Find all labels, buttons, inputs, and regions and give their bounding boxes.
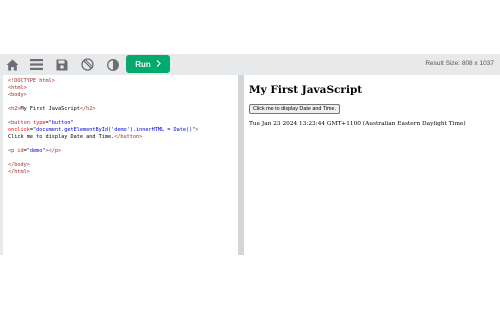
chevron-right-icon: [156, 59, 161, 69]
demo-output: Tue Jan 23 2024 13:23:44 GMT+1100 (Austr…: [249, 121, 466, 127]
code-line: <p id="demo"></p>: [8, 148, 62, 154]
code-line: Click me to display Date and Time.</butt…: [8, 134, 143, 140]
display-date-button[interactable]: Click me to display Date and Time.: [249, 104, 340, 114]
home-icon[interactable]: [4, 56, 21, 73]
code-line: </html>: [8, 169, 30, 175]
code-line: </body>: [8, 162, 30, 168]
save-icon[interactable]: [53, 56, 70, 73]
menu-icon[interactable]: [28, 56, 45, 73]
toolbar: Run Result Size: 808 x 1037: [0, 54, 500, 75]
code-editor[interactable]: <!DOCTYPE html> <html> <body> <h2>My First…: [3, 75, 238, 255]
result-pane: My First JavaScript Click me to display …: [244, 75, 500, 255]
orientation-icon[interactable]: [79, 56, 96, 73]
code-line: <html>: [8, 85, 27, 91]
code-line: <h2>My First JavaScript</h2>: [8, 106, 96, 112]
result-size-label: Result Size: 808 x 1037: [425, 60, 494, 67]
tryit-editor: Run Result Size: 808 x 1037 <!DOCTYPE ht…: [0, 54, 500, 255]
code-line: <!DOCTYPE html>: [8, 78, 55, 84]
run-button-label: Run: [135, 59, 151, 69]
result-heading: My First JavaScript: [249, 84, 363, 96]
code-line: <button type="button": [8, 120, 74, 126]
code-text[interactable]: <!DOCTYPE html> <html> <body> <h2>My First…: [8, 78, 199, 176]
code-line: onclick="document.getElementById('demo')…: [8, 127, 199, 133]
run-button[interactable]: Run: [126, 55, 170, 73]
theme-icon[interactable]: [104, 56, 121, 73]
code-line: <body>: [8, 92, 27, 98]
